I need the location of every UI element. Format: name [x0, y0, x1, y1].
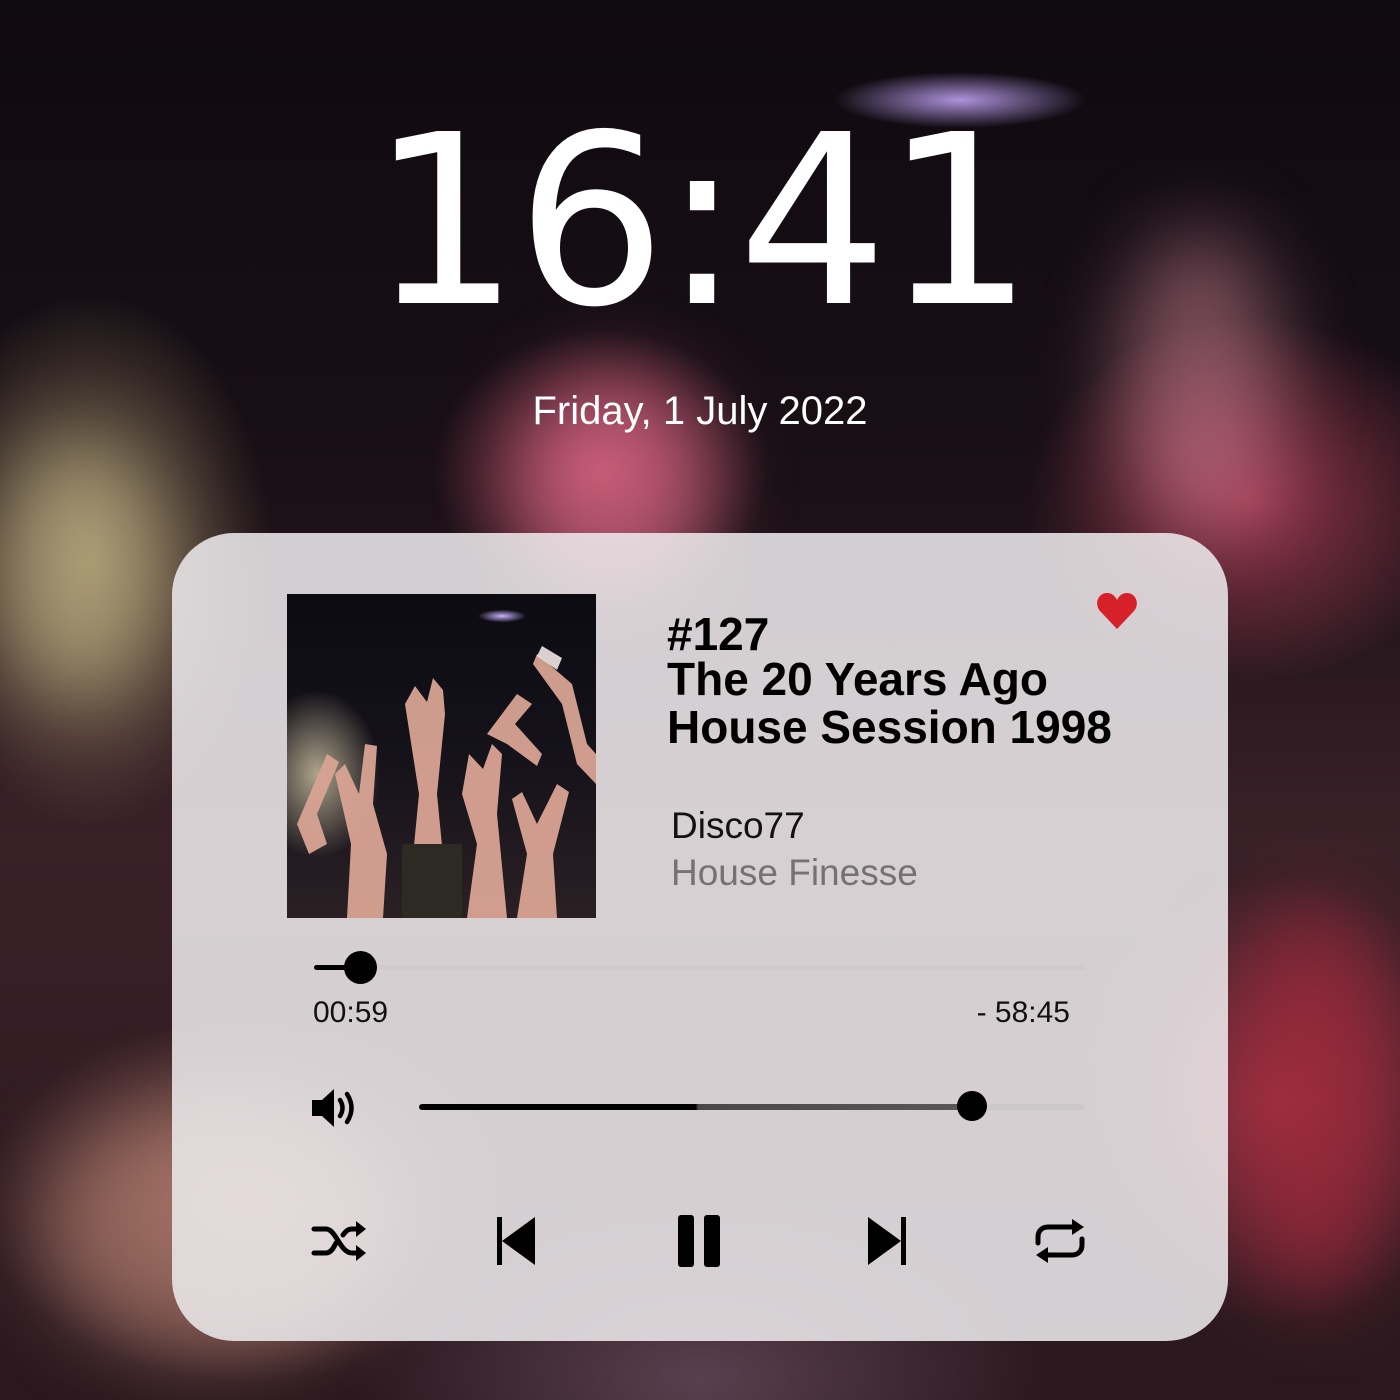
wallpaper-blur — [1230, 900, 1400, 1300]
next-icon — [868, 1217, 906, 1265]
shuffle-icon — [311, 1221, 366, 1261]
album-name[interactable]: House Finesse — [671, 852, 918, 894]
heart-icon — [1097, 593, 1137, 629]
track-title: The 20 Years Ago House Session 1998 — [667, 653, 1112, 753]
volume-knob[interactable] — [956, 1091, 987, 1121]
next-button[interactable] — [856, 1213, 916, 1269]
episode-number: #127 — [667, 608, 770, 660]
volume-slider[interactable] — [419, 1091, 1085, 1121]
pause-icon — [678, 1215, 720, 1267]
progress-knob[interactable] — [344, 951, 378, 984]
volume-fill — [419, 1104, 972, 1110]
previous-icon — [497, 1217, 535, 1265]
previous-button[interactable] — [487, 1213, 547, 1269]
lockscreen-date: Friday, 1 July 2022 — [532, 389, 868, 433]
now-playing-widget: #127 The 20 Years Ago House Session 1998 … — [172, 533, 1228, 1341]
playback-progress-slider[interactable] — [314, 951, 1086, 984]
elapsed-time: 00:59 — [313, 996, 389, 1029]
artist-name[interactable]: Disco77 — [671, 805, 805, 847]
repeat-icon — [1035, 1219, 1085, 1263]
pause-button[interactable] — [670, 1213, 730, 1269]
repeat-button[interactable] — [1030, 1213, 1090, 1269]
remaining-time: - 58:45 — [976, 996, 1070, 1029]
wallpaper-blur — [0, 440, 160, 700]
album-art[interactable] — [287, 594, 596, 918]
speaker-icon[interactable] — [310, 1085, 362, 1131]
lockscreen-clock: 16:41 — [369, 84, 1034, 359]
shuffle-button[interactable] — [310, 1213, 370, 1269]
like-button[interactable] — [1096, 591, 1138, 631]
album-art-illustration — [297, 646, 596, 918]
